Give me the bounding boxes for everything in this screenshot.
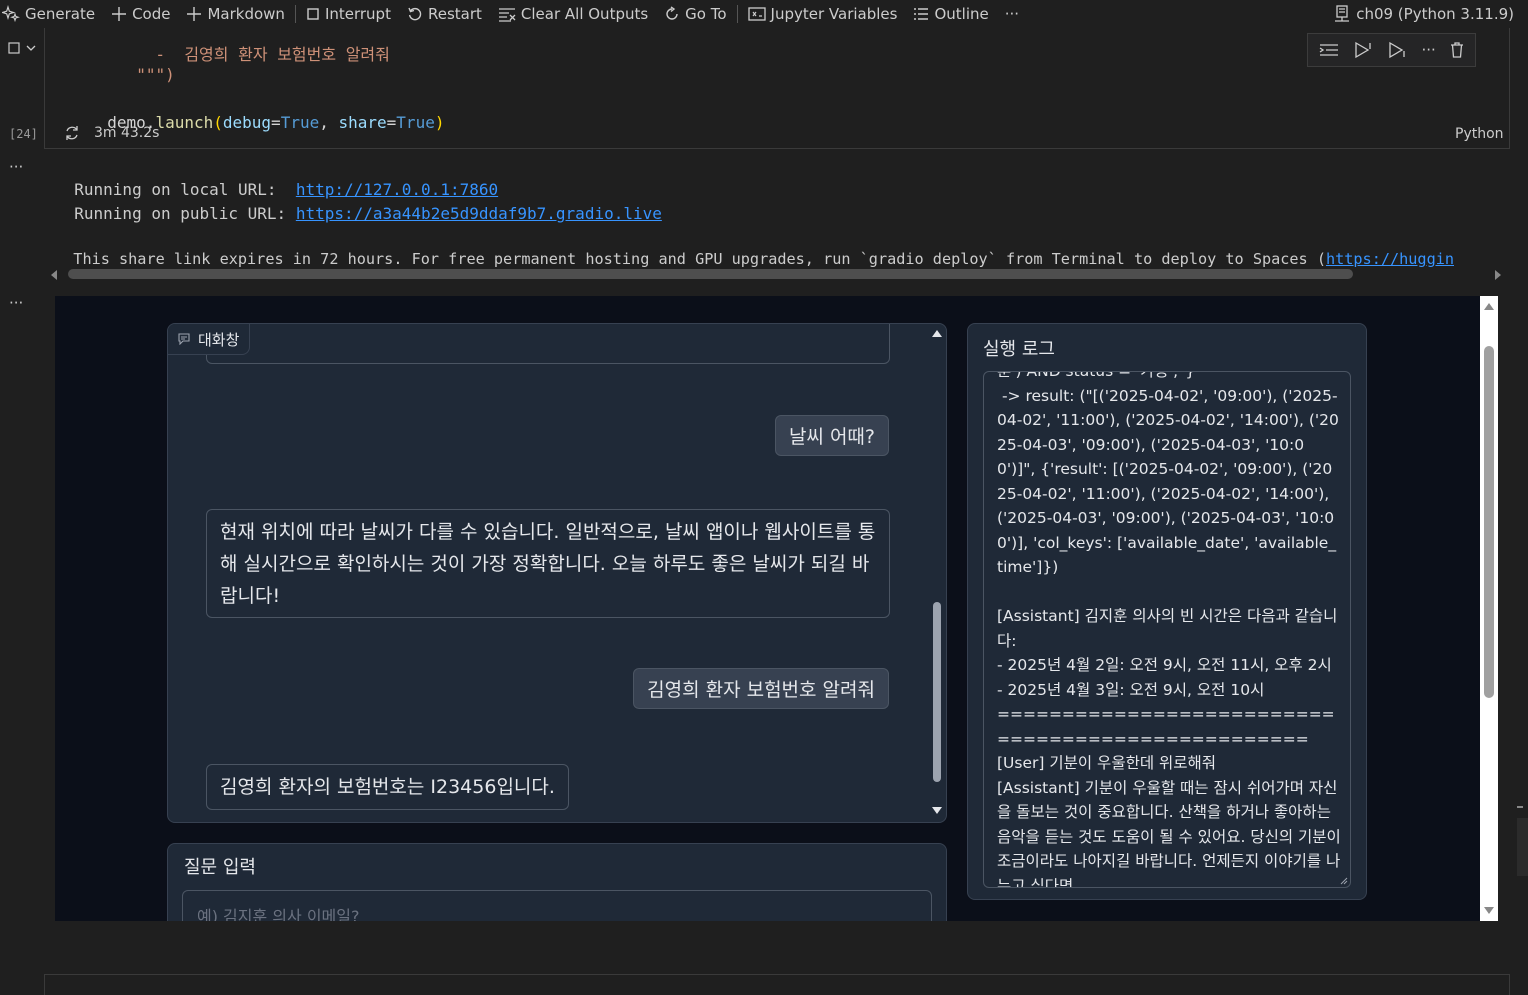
markdown-label: Markdown [207, 5, 285, 23]
jupyter-variables-label: Jupyter Variables [770, 5, 898, 23]
output-share-line: This share link expires in 72 hours. For… [55, 232, 1508, 268]
toolbar-divider [294, 5, 296, 23]
cell-collapse-toggle[interactable] [8, 42, 36, 54]
stop-icon [307, 8, 319, 20]
user-message: 김영희 환자 보험번호 알려줘 [633, 668, 889, 709]
code-line-2: """) [117, 46, 175, 84]
public-url-link[interactable]: https://a3a44b2e5d9ddaf9b7.gradio.live [296, 204, 662, 223]
gradio-app-frame: 대화창 날씨 어때? 현재 위치에 따라 날씨가 다를 수 있습니다. 일반적으… [55, 296, 1498, 921]
output-public-url-line: Running on public URL: https://a3a44b2e5… [55, 185, 662, 223]
code-true-1: True [280, 113, 320, 132]
execution-log-panel: 실행 로그 훈') AND status = '가능';"} -> result… [967, 323, 1367, 900]
question-input-label: 질문 입력 [184, 857, 256, 878]
run-below-icon[interactable] [1387, 41, 1407, 59]
chatbot-panel: 대화창 날씨 어때? 현재 위치에 따라 날씨가 다를 수 있습니다. 일반적으… [167, 323, 947, 823]
scroll-up-icon[interactable] [1483, 301, 1495, 311]
frame-scroll-thumb[interactable] [1484, 346, 1494, 698]
share-link[interactable]: https://huggin [1326, 250, 1454, 268]
chat-icon [178, 333, 190, 345]
clear-outputs-label: Clear All Outputs [520, 5, 649, 23]
scroll-up-icon[interactable] [931, 328, 943, 338]
chat-label: 대화창 [198, 330, 240, 349]
trash-icon[interactable] [1450, 42, 1464, 58]
scroll-down-icon[interactable] [1483, 906, 1495, 916]
interrupt-label: Interrupt [324, 5, 391, 23]
list-icon [914, 8, 929, 20]
go-to-label: Go To [685, 5, 727, 23]
question-input-placeholder: 예) 김지훈 의사 이메일? [197, 907, 360, 921]
more-actions-button[interactable]: ··· [997, 0, 1027, 28]
code-docstring-close: """) [136, 65, 175, 84]
execution-status: 3m 43.2s [64, 125, 159, 141]
next-cell[interactable] [44, 974, 1510, 995]
chevron-down-icon [26, 45, 36, 51]
restart-icon [408, 7, 422, 21]
output-horizontal-scrollbar[interactable] [48, 267, 1508, 283]
question-input-panel: 질문 입력 예) 김지훈 의사 이메일? [167, 843, 947, 921]
sparkle-icon [2, 5, 20, 23]
outline-label: Outline [934, 5, 989, 23]
resize-handle-icon[interactable] [1340, 877, 1348, 885]
code-string-text: 김영희 환자 보험번호 알려줘 [184, 45, 390, 64]
execution-time: 3m 43.2s [94, 125, 160, 141]
overview-ruler-region [1517, 818, 1528, 876]
execution-count: [24] [9, 127, 38, 141]
cell-language[interactable]: Python [1455, 126, 1504, 142]
share-text: This share link expires in 72 hours. For… [73, 250, 1326, 268]
overview-ruler-mark [1517, 806, 1523, 808]
server-icon [1335, 5, 1350, 22]
scroll-left-icon[interactable] [48, 269, 60, 281]
run-by-line-icon[interactable] [1319, 42, 1339, 58]
horizontal-scroll-thumb[interactable] [68, 269, 1353, 279]
chat-scrollbar[interactable] [929, 326, 945, 820]
kernel-picker[interactable]: ch09 (Python 3.11.9) [1334, 0, 1514, 28]
refresh-icon [66, 126, 78, 140]
more-icon: ··· [1004, 5, 1020, 23]
clear-all-icon [498, 8, 516, 22]
go-to-icon [666, 6, 678, 20]
previous-bot-bubble [206, 324, 890, 364]
log-content: 훈') AND status = '가능';"} -> result: ("[(… [997, 371, 1341, 888]
restart-label: Restart [427, 5, 482, 23]
generate-label: Generate [25, 5, 96, 23]
plus-icon [112, 7, 127, 21]
variables-icon [747, 7, 766, 21]
output-more-icon[interactable]: ··· [9, 158, 23, 176]
public-url-label: Running on public URL: [74, 204, 296, 223]
scroll-right-icon[interactable] [1492, 269, 1504, 281]
more-icon[interactable]: ··· [1421, 41, 1435, 59]
user-message: 날씨 어때? [774, 415, 889, 456]
clear-outputs-button[interactable]: Clear All Outputs [490, 0, 656, 28]
code-true-2: True [396, 113, 435, 132]
code-arg-debug: debug [222, 113, 272, 132]
frame-scrollbar[interactable] [1480, 296, 1498, 921]
question-input[interactable]: 예) 김지훈 의사 이메일? [182, 890, 932, 921]
code-label: Code [132, 5, 171, 23]
square-icon [8, 42, 20, 54]
code-function: launch [155, 113, 214, 132]
cell-toolbar: ··· [1307, 33, 1476, 67]
bot-message: 현재 위치에 따라 날씨가 다를 수 있습니다. 일반적으로, 날씨 앱이나 웹… [206, 509, 890, 618]
outline-button[interactable]: Outline [905, 0, 996, 28]
chat-scroll-thumb[interactable] [933, 602, 941, 782]
plus-icon [187, 7, 202, 21]
bot-message: 김영희 환자의 보험번호는 I23456입니다. [206, 764, 569, 810]
output-more-icon[interactable]: ··· [9, 294, 23, 312]
go-to-button[interactable]: Go To [656, 0, 734, 28]
jupyter-variables-button[interactable]: Jupyter Variables [740, 0, 906, 28]
code-arg-share: share [338, 113, 387, 132]
log-label: 실행 로그 [983, 339, 1055, 360]
scroll-down-icon[interactable] [931, 806, 943, 816]
toolbar-divider [736, 5, 738, 23]
kernel-label: ch09 (Python 3.11.9) [1356, 5, 1514, 23]
run-above-icon[interactable] [1353, 41, 1373, 59]
log-textarea[interactable]: 훈') AND status = '가능';"} -> result: ("[(… [983, 371, 1351, 888]
chat-label-tag: 대화창 [168, 324, 251, 355]
clipped-heading [173, 296, 743, 300]
restart-button[interactable]: Restart [399, 0, 490, 28]
